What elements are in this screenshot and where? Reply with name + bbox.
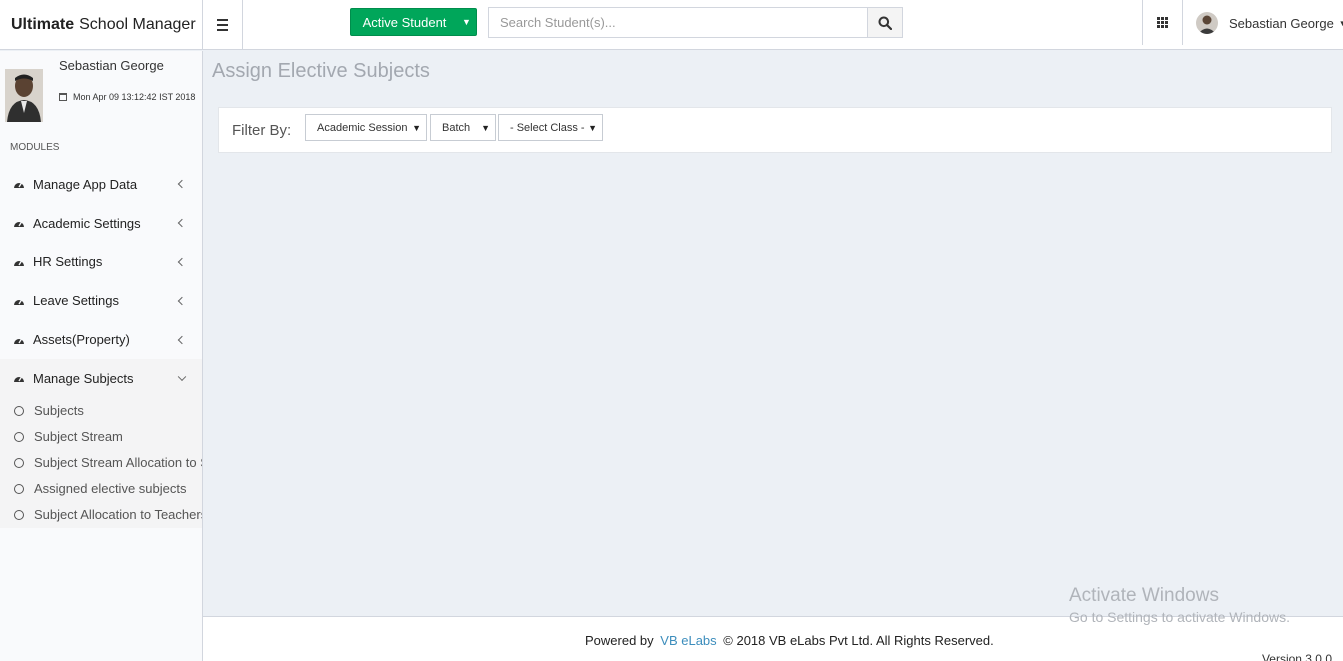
caret-down-icon[interactable]: ▼ (456, 17, 476, 27)
circle-icon (14, 457, 24, 468)
sidebar-item-assets-property[interactable]: Assets(Property) (0, 320, 202, 359)
search-icon (878, 16, 892, 30)
circle-icon (14, 405, 24, 416)
filter-bar: Filter By: Academic Session ▼ Batch ▼ - … (218, 107, 1332, 153)
filter-label: Filter By: (232, 122, 292, 139)
select-value: - Select Class - (510, 121, 585, 134)
class-select[interactable]: - Select Class - ▼ (498, 114, 603, 141)
caret-down-icon: ▼ (1338, 18, 1343, 28)
search-input[interactable] (488, 7, 868, 38)
sidebar-item-label: Leave Settings (33, 293, 120, 309)
brand-bold: Ultimate (11, 16, 75, 33)
page-title: Assign Elective Subjects (212, 60, 430, 82)
dashboard-icon (14, 183, 24, 189)
app-brand[interactable]: Ultimate School Manager (0, 0, 203, 50)
submenu-item-teacher-allocation[interactable]: Subject Allocation to Teachers (0, 502, 202, 528)
company-link[interactable]: VB eLabs (660, 633, 716, 648)
sidebar-datetime: Mon Apr 09 13:12:42 IST 2018 (59, 92, 195, 102)
datetime-text: Mon Apr 09 13:12:42 IST 2018 (73, 92, 196, 102)
sidebar-item-label: Manage App Data (33, 176, 138, 192)
calendar-icon (59, 93, 67, 101)
academic-session-select[interactable]: Academic Session ▼ (305, 114, 427, 141)
sidebar-user-name: Sebastian George (59, 58, 164, 73)
submenu-item-label: Subject Stream (34, 429, 123, 445)
circle-icon (14, 509, 24, 520)
caret-down-icon: ▼ (412, 123, 421, 133)
sidebar: Sebastian George Mon Apr 09 13:12:42 IST… (0, 51, 203, 661)
submenu-item-subjects[interactable]: Subjects (0, 398, 202, 424)
version-text: Version 3.0.0 (1261, 652, 1332, 661)
select-value: Academic Session (317, 121, 408, 134)
chevron-left-icon (177, 335, 187, 344)
submenu-item-label: Subjects (34, 403, 84, 419)
sidebar-menu: Manage App Data Academic Settings HR Set… (0, 165, 202, 528)
avatar (5, 69, 43, 122)
search-button[interactable] (867, 7, 903, 38)
footer-copyright: Powered by VB eLabs © 2018 VB eLabs Pvt … (585, 633, 994, 648)
chevron-left-icon (177, 296, 187, 306)
user-menu[interactable]: Sebastian George ▼ (1196, 12, 1343, 34)
sidebar-item-label: Academic Settings (33, 215, 141, 231)
submenu-item-label: Assigned elective subjects (34, 481, 187, 497)
dashboard-icon (14, 221, 24, 228)
sidebar-item-academic-settings[interactable]: Academic Settings (0, 204, 202, 243)
select-value: Batch (442, 121, 471, 134)
footer: Powered by VB eLabs © 2018 VB eLabs Pvt … (203, 616, 1343, 661)
chevron-left-icon (177, 180, 187, 189)
submenu-item-subject-stream[interactable]: Subject Stream (0, 424, 202, 450)
powered-by-text: Powered by (585, 633, 654, 648)
apps-menu-button[interactable] (1142, 0, 1183, 45)
sidebar-toggle-button[interactable] (203, 0, 243, 50)
dashboard-icon (14, 299, 24, 305)
hamburger-icon (217, 18, 228, 33)
grid-icon (1157, 17, 1168, 28)
submenu-manage-subjects: Subjects Subject Stream Subject Stream A… (0, 397, 202, 528)
circle-icon (14, 431, 24, 442)
modules-header: MODULES (10, 142, 60, 153)
caret-down-icon: ▼ (588, 123, 597, 133)
main-content: Assign Elective Subjects Filter By: Acad… (203, 51, 1343, 616)
chevron-left-icon (177, 218, 187, 228)
sidebar-item-leave-settings[interactable]: Leave Settings (0, 281, 202, 320)
sidebar-item-hr-settings[interactable]: HR Settings (0, 243, 202, 282)
dashboard-icon (14, 338, 24, 344)
batch-select[interactable]: Batch ▼ (430, 114, 496, 141)
dashboard-icon (14, 260, 24, 266)
submenu-item-stream-allocation[interactable]: Subject Stream Allocation to Stu (0, 450, 202, 476)
sidebar-item-label: HR Settings (33, 254, 103, 270)
submenu-item-assigned-elective[interactable]: Assigned elective subjects (0, 476, 202, 502)
submenu-item-label: Subject Stream Allocation to Stu (34, 455, 202, 471)
submenu-item-label: Subject Allocation to Teachers (34, 507, 202, 523)
brand-rest: School Manager (79, 16, 196, 33)
top-header: Ultimate School Manager Active Student ▼… (0, 0, 1343, 50)
sidebar-item-label: Assets(Property) (33, 332, 130, 348)
user-panel: Sebastian George Mon Apr 09 13:12:42 IST… (0, 51, 202, 131)
sidebar-item-label: Manage Subjects (33, 370, 134, 386)
active-student-button[interactable]: Active Student ▼ (350, 8, 477, 36)
active-student-label: Active Student (362, 14, 447, 30)
avatar (1196, 12, 1218, 34)
copyright-text: © 2018 VB eLabs Pvt Ltd. All Rights Rese… (723, 633, 994, 648)
circle-icon (14, 483, 24, 494)
dashboard-icon (14, 377, 24, 383)
sidebar-item-manage-app-data[interactable]: Manage App Data (0, 165, 202, 204)
chevron-down-icon (177, 372, 187, 382)
caret-down-icon: ▼ (481, 123, 490, 133)
sidebar-item-manage-subjects[interactable]: Manage Subjects (0, 358, 202, 398)
chevron-left-icon (177, 257, 187, 267)
user-name: Sebastian George (1229, 15, 1334, 31)
